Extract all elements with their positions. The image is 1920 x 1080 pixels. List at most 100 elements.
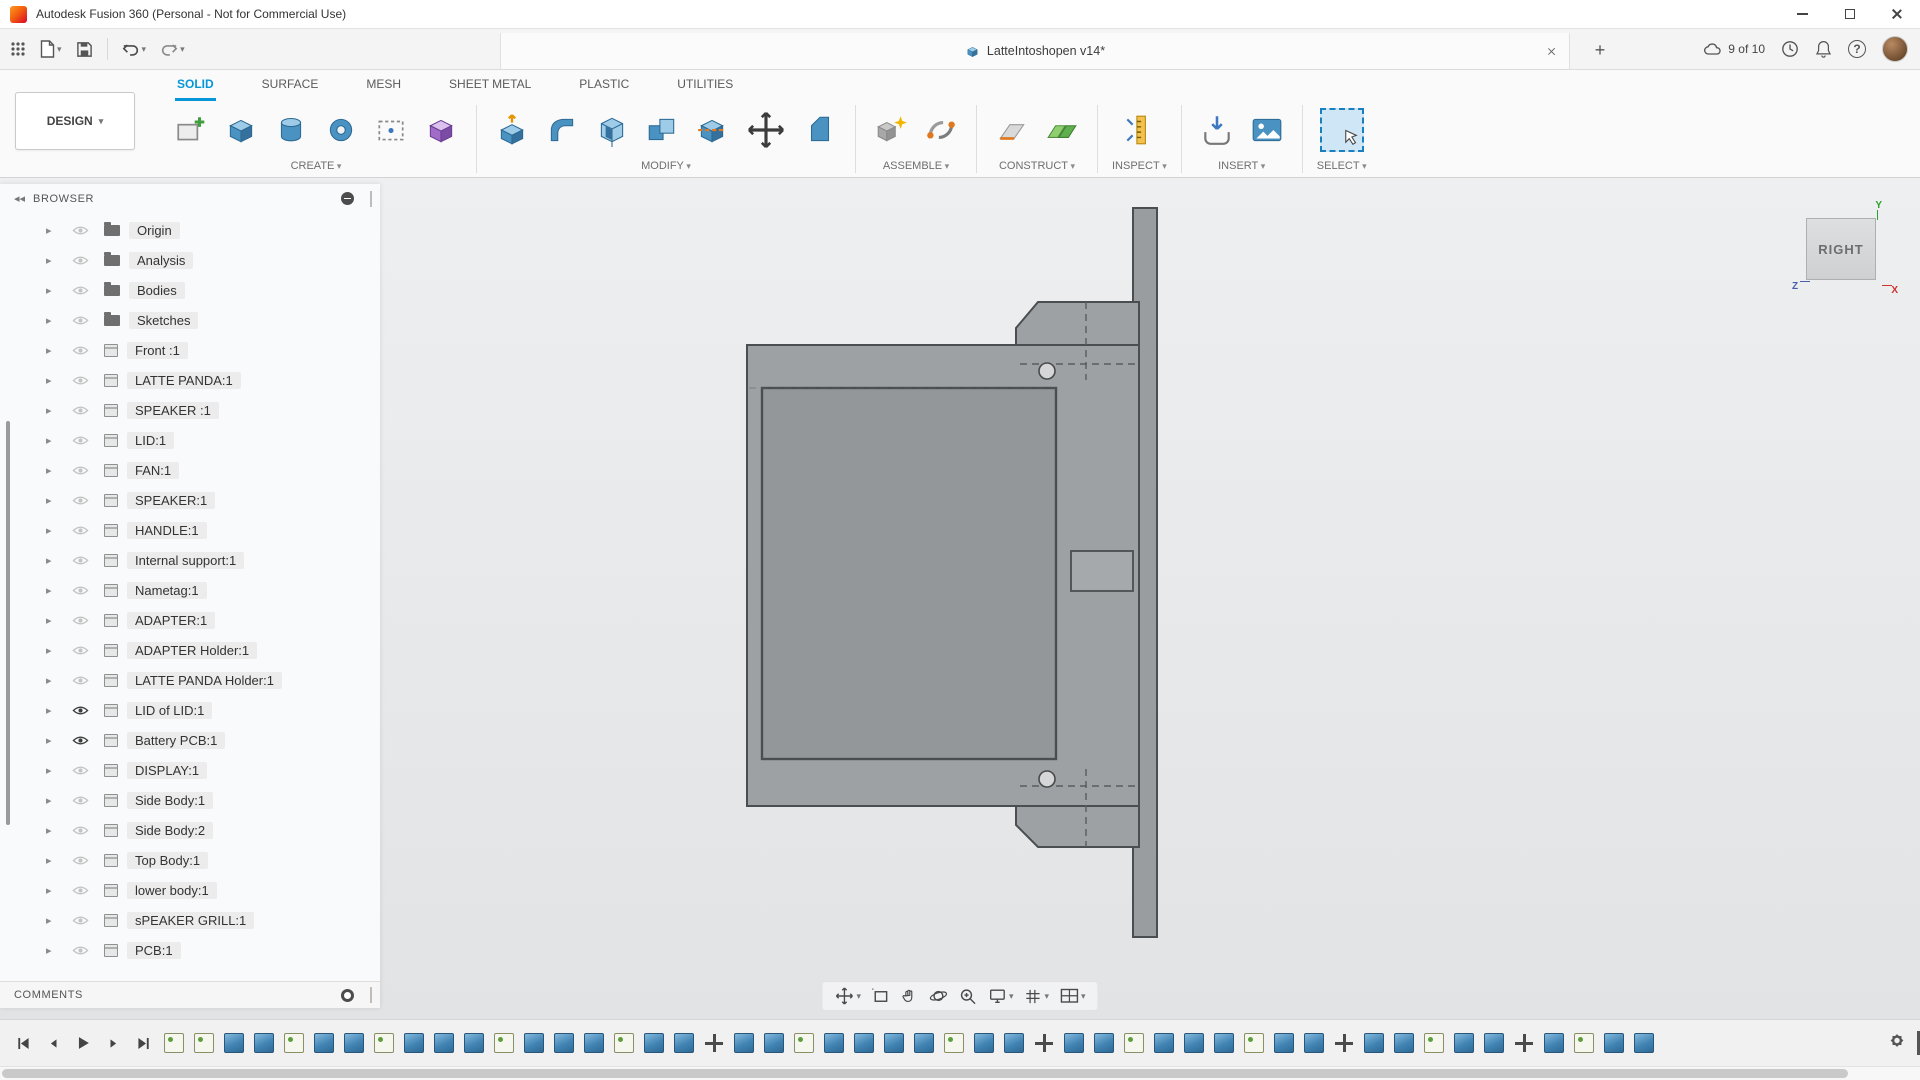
expand-arrow-icon[interactable]: ▸ bbox=[46, 464, 60, 477]
app-grid-icon[interactable] bbox=[10, 41, 26, 57]
timeline-sketch-feature-icon[interactable] bbox=[1124, 1033, 1144, 1053]
browser-item-label[interactable]: sPEAKER GRILL:1 bbox=[127, 912, 254, 929]
browser-item-label[interactable]: LID of LID:1 bbox=[127, 702, 212, 719]
browser-item[interactable]: ▸lower body:1 bbox=[0, 875, 380, 905]
minimize-button[interactable] bbox=[1779, 0, 1826, 28]
browser-item[interactable]: ▸Bodies bbox=[0, 275, 380, 305]
browser-item-label[interactable]: Origin bbox=[129, 222, 180, 239]
visibility-eye-icon[interactable] bbox=[72, 285, 94, 296]
visibility-eye-icon[interactable] bbox=[72, 765, 94, 776]
save-button[interactable] bbox=[76, 41, 93, 58]
browser-item-label[interactable]: ADAPTER:1 bbox=[127, 612, 215, 629]
browser-item-label[interactable]: Top Body:1 bbox=[127, 852, 208, 869]
timeline-extrude-feature-icon[interactable] bbox=[254, 1033, 274, 1053]
timeline-extrude-feature-icon[interactable] bbox=[734, 1033, 754, 1053]
help-icon[interactable]: ? bbox=[1848, 40, 1866, 58]
timeline-sketch-feature-icon[interactable] bbox=[194, 1033, 214, 1053]
visibility-eye-icon[interactable] bbox=[72, 225, 94, 236]
visibility-eye-icon[interactable] bbox=[72, 735, 94, 746]
expand-arrow-icon[interactable]: ▸ bbox=[46, 584, 60, 597]
timeline-extrude-feature-icon[interactable] bbox=[644, 1033, 664, 1053]
panel-resize-grip[interactable] bbox=[370, 191, 372, 207]
browser-item-label[interactable]: Side Body:2 bbox=[127, 822, 213, 839]
timeline-extrude-feature-icon[interactable] bbox=[764, 1033, 784, 1053]
pan-icon[interactable]: ▾ bbox=[834, 986, 861, 1006]
fillet-button[interactable] bbox=[541, 109, 583, 151]
timeline-extrude-feature-icon[interactable] bbox=[1544, 1033, 1564, 1053]
project-geometry-button[interactable] bbox=[370, 109, 412, 151]
browser-item-label[interactable]: Bodies bbox=[129, 282, 185, 299]
browser-item[interactable]: ▸ DISPLAY:1 bbox=[0, 755, 380, 785]
timeline-sketch-feature-icon[interactable] bbox=[1244, 1033, 1264, 1053]
timeline-sketch-feature-icon[interactable] bbox=[614, 1033, 634, 1053]
create-sketch-button[interactable] bbox=[170, 109, 212, 151]
timeline-extrude-feature-icon[interactable] bbox=[914, 1033, 934, 1053]
create-box-button[interactable] bbox=[220, 109, 262, 151]
browser-item[interactable]: ▸Sketches bbox=[0, 305, 380, 335]
browser-item-label[interactable]: DISPLAY:1 bbox=[127, 762, 207, 779]
combine-button[interactable] bbox=[641, 109, 683, 151]
expand-arrow-icon[interactable]: ▸ bbox=[46, 314, 60, 327]
browser-item[interactable]: ▸SPEAKER:1 bbox=[0, 485, 380, 515]
timeline-extrude-feature-icon[interactable] bbox=[674, 1033, 694, 1053]
visibility-eye-icon[interactable] bbox=[72, 645, 94, 656]
press-pull-button[interactable] bbox=[491, 109, 533, 151]
timeline-sketch-feature-icon[interactable] bbox=[164, 1033, 184, 1053]
browser-item[interactable]: ▸Top Body:1 bbox=[0, 845, 380, 875]
maximize-button[interactable] bbox=[1826, 0, 1873, 28]
user-avatar[interactable] bbox=[1882, 36, 1908, 62]
visibility-eye-icon[interactable] bbox=[72, 435, 94, 446]
expand-arrow-icon[interactable]: ▸ bbox=[46, 434, 60, 447]
browser-item-label[interactable]: Side Body:1 bbox=[127, 792, 213, 809]
create-group-dropdown[interactable]: CREATE bbox=[291, 160, 342, 172]
timeline-extrude-feature-icon[interactable] bbox=[824, 1033, 844, 1053]
split-body-button[interactable] bbox=[691, 109, 733, 151]
tab-plastic[interactable]: PLASTIC bbox=[577, 70, 631, 101]
expand-arrow-icon[interactable]: ▸ bbox=[46, 674, 60, 687]
timeline-extrude-feature-icon[interactable] bbox=[1604, 1033, 1624, 1053]
timeline-settings-gear-icon[interactable] bbox=[1888, 1032, 1906, 1055]
browser-item[interactable]: ▸Internal support:1 bbox=[0, 545, 380, 575]
fit-view-icon[interactable] bbox=[871, 987, 890, 1006]
timeline-move-feature-icon[interactable] bbox=[1334, 1033, 1354, 1053]
browser-item[interactable]: ▸Side Body:1 bbox=[0, 785, 380, 815]
browser-scrollbar[interactable] bbox=[6, 421, 10, 825]
assemble-group-dropdown[interactable]: ASSEMBLE bbox=[883, 160, 949, 172]
insert-group-dropdown[interactable]: INSERT bbox=[1218, 160, 1265, 172]
timeline-scrollbar-thumb[interactable] bbox=[2, 1069, 1848, 1078]
timeline-extrude-feature-icon[interactable] bbox=[344, 1033, 364, 1053]
visibility-eye-icon[interactable] bbox=[72, 555, 94, 566]
browser-item-label[interactable]: ADAPTER Holder:1 bbox=[127, 642, 257, 659]
timeline-extrude-feature-icon[interactable] bbox=[1094, 1033, 1114, 1053]
visibility-eye-icon[interactable] bbox=[72, 915, 94, 926]
inspect-group-dropdown[interactable]: INSPECT bbox=[1112, 160, 1167, 172]
expand-arrow-icon[interactable]: ▸ bbox=[46, 374, 60, 387]
new-document-tab-button[interactable]: + bbox=[1586, 37, 1614, 63]
browser-item[interactable]: ▸PCB:1 bbox=[0, 935, 380, 965]
expand-arrow-icon[interactable]: ▸ bbox=[46, 764, 60, 777]
browser-item[interactable]: ▸Nametag:1 bbox=[0, 575, 380, 605]
browser-item[interactable]: ▸LID:1 bbox=[0, 425, 380, 455]
timeline-extrude-feature-icon[interactable] bbox=[224, 1033, 244, 1053]
browser-item[interactable]: ▸Side Body:2 bbox=[0, 815, 380, 845]
browser-item-label[interactable]: Front :1 bbox=[127, 342, 188, 359]
browser-item-label[interactable]: SPEAKER:1 bbox=[127, 492, 215, 509]
expand-arrow-icon[interactable]: ▸ bbox=[46, 734, 60, 747]
expand-arrow-icon[interactable]: ▸ bbox=[46, 344, 60, 357]
timeline-extrude-feature-icon[interactable] bbox=[1484, 1033, 1504, 1053]
timeline-extrude-feature-icon[interactable] bbox=[314, 1033, 334, 1053]
timeline-extrude-feature-icon[interactable] bbox=[1364, 1033, 1384, 1053]
step-forward-button[interactable] bbox=[100, 1030, 126, 1056]
expand-arrow-icon[interactable]: ▸ bbox=[46, 704, 60, 717]
visibility-eye-icon[interactable] bbox=[72, 375, 94, 386]
timeline-extrude-feature-icon[interactable] bbox=[1634, 1033, 1654, 1053]
tab-sheet-metal[interactable]: SHEET METAL bbox=[447, 70, 533, 101]
joint-button[interactable] bbox=[920, 109, 962, 151]
notification-clock-icon[interactable] bbox=[1781, 40, 1799, 58]
timeline-extrude-feature-icon[interactable] bbox=[884, 1033, 904, 1053]
job-status[interactable]: 9 of 10 bbox=[1704, 42, 1765, 56]
shell-button[interactable] bbox=[591, 109, 633, 151]
undo-button[interactable]: ▾ bbox=[122, 42, 147, 57]
browser-collapse-all-icon[interactable] bbox=[341, 192, 354, 205]
timeline-extrude-feature-icon[interactable] bbox=[854, 1033, 874, 1053]
